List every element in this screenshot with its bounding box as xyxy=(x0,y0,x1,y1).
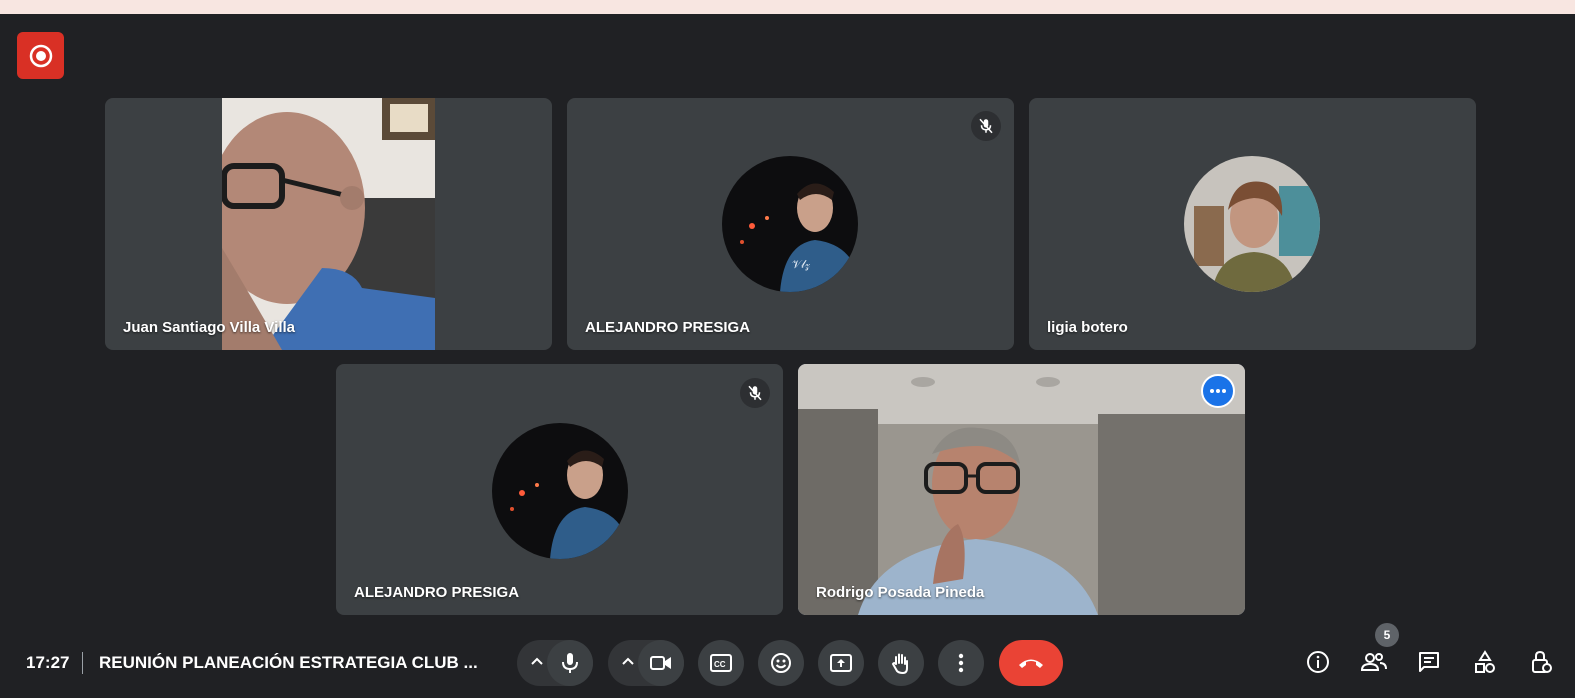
participant-avatar xyxy=(1184,156,1320,292)
meeting-details-icon xyxy=(1307,651,1329,673)
people-count-badge: 5 xyxy=(1375,623,1399,647)
host-controls-icon xyxy=(1532,650,1552,673)
participant-avatar: 𝒱𝓁𝓏 xyxy=(722,156,858,292)
raise-hand-icon xyxy=(891,653,908,674)
more-horizontal-icon xyxy=(1210,389,1226,393)
muted-indicator xyxy=(740,378,770,408)
present-button[interactable] xyxy=(818,640,864,686)
host-controls-button[interactable] xyxy=(1526,647,1556,677)
svg-text:𝒱𝓁𝓏: 𝒱𝓁𝓏 xyxy=(792,259,810,271)
participant-name: ALEJANDRO PRESIGA xyxy=(354,584,520,601)
mic-off-icon xyxy=(748,385,762,401)
participant-tile[interactable]: Juan Santiago Villa Villa xyxy=(105,98,552,350)
chevron-up-icon xyxy=(531,657,543,665)
microphone-button[interactable] xyxy=(547,640,593,686)
chat-icon xyxy=(1419,652,1439,672)
participant-tile[interactable]: 𝒱𝓁𝓏 ALEJANDRO PRESIGA xyxy=(567,98,1014,350)
present-screen-icon xyxy=(830,654,852,672)
camera-icon xyxy=(650,656,671,670)
people-icon xyxy=(1360,653,1387,671)
participant-name: Juan Santiago Villa Villa xyxy=(123,319,296,336)
end-call-icon xyxy=(1019,659,1043,668)
participant-tile[interactable]: ligia botero xyxy=(1029,98,1476,350)
participant-name: Rodrigo Posada Pineda xyxy=(816,584,985,601)
raise-hand-button[interactable] xyxy=(878,640,924,686)
audio-settings-button[interactable] xyxy=(517,640,593,686)
notification-strip xyxy=(0,0,1575,14)
microphone-icon xyxy=(562,653,578,673)
activities-button[interactable] xyxy=(1470,647,1500,677)
video-settings-button[interactable] xyxy=(608,640,684,686)
reactions-button[interactable] xyxy=(758,640,804,686)
svg-text:CC: CC xyxy=(714,660,726,669)
meeting-details-button[interactable] xyxy=(1303,647,1333,677)
meeting-controls-bar: 17:27 REUNIÓN PLANEACIÓN ESTRATEGIA CLUB… xyxy=(0,623,1575,698)
meeting-title: REUNIÓN PLANEACIÓN ESTRATEGIA CLUB ... xyxy=(99,653,478,672)
mic-off-icon xyxy=(979,118,993,134)
people-button[interactable] xyxy=(1359,647,1389,677)
captions-button[interactable]: CC xyxy=(698,640,744,686)
participant-video xyxy=(222,98,435,350)
activities-icon xyxy=(1475,650,1495,673)
more-options-icon xyxy=(958,653,964,673)
meeting-clock: 17:27 xyxy=(26,653,70,672)
chat-button[interactable] xyxy=(1414,647,1444,677)
record-icon xyxy=(29,44,52,67)
participant-avatar xyxy=(492,423,628,559)
muted-indicator xyxy=(971,111,1001,141)
participant-video xyxy=(798,364,1245,615)
chevron-up-icon xyxy=(622,657,634,665)
leave-call-button[interactable] xyxy=(999,640,1063,686)
participant-name: ALEJANDRO PRESIGA xyxy=(585,319,751,336)
divider xyxy=(82,652,83,674)
recording-indicator[interactable] xyxy=(17,32,64,79)
participant-tile-selected[interactable]: Rodrigo Posada Pineda xyxy=(798,364,1245,615)
participant-tile[interactable]: ALEJANDRO PRESIGA xyxy=(336,364,783,615)
camera-button[interactable] xyxy=(638,640,684,686)
participant-options-button[interactable] xyxy=(1201,374,1235,408)
closed-captions-icon: CC xyxy=(710,654,732,672)
participant-name: ligia botero xyxy=(1047,319,1128,336)
emoji-icon xyxy=(771,653,791,673)
more-options-button[interactable] xyxy=(938,640,984,686)
